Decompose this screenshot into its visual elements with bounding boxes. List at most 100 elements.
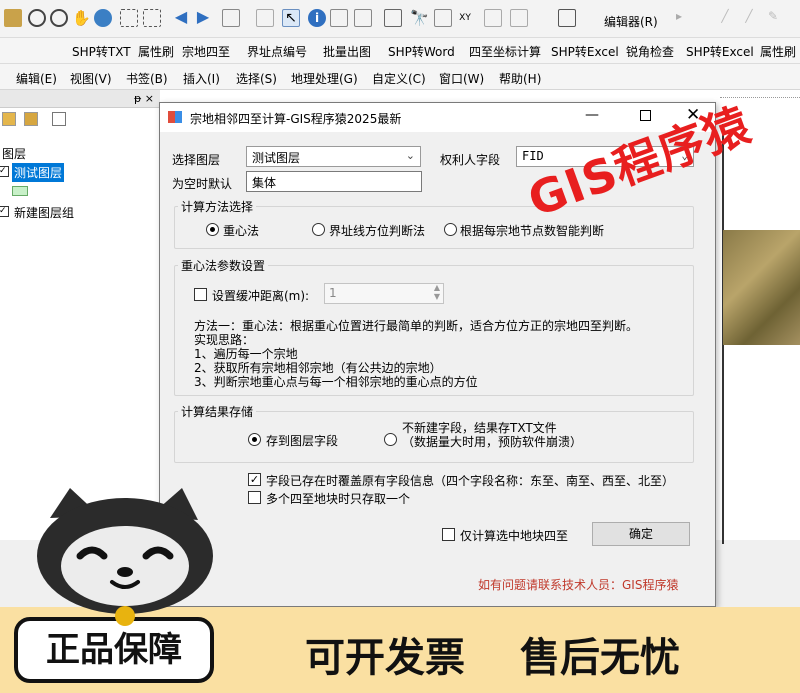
- overwrite-checkbox[interactable]: ✓: [248, 473, 261, 486]
- dialog-title: 宗地相邻四至计算-GIS程序猿2025最新: [190, 112, 402, 126]
- desc-line: 方法一：重心法：根据重心位置进行最简单的判断，适合方位方正的宗地四至判断。: [194, 319, 639, 333]
- zoom-in-icon[interactable]: [28, 9, 46, 27]
- tool-parcel-boundaries[interactable]: 宗地四至: [182, 43, 230, 60]
- method-boundary-line-radio[interactable]: [312, 223, 325, 236]
- table-icon[interactable]: [384, 9, 402, 27]
- chevron-down-icon: ⌄: [405, 149, 415, 162]
- menu-bookmarks[interactable]: 书签(B): [126, 70, 168, 87]
- identify-icon[interactable]: i: [308, 9, 326, 27]
- ok-button[interactable]: 确定: [592, 522, 690, 546]
- select-features-icon[interactable]: [222, 9, 240, 27]
- tool-shp-to-excel-2[interactable]: SHP转Excel: [686, 43, 754, 60]
- back-icon[interactable]: ◀: [172, 9, 190, 27]
- method-smart-label[interactable]: 根据每宗地节点数智能判断: [460, 222, 604, 239]
- list-by-drawing-order-icon[interactable]: [2, 112, 16, 126]
- tool-batch-export-map[interactable]: 批量出图: [323, 43, 371, 60]
- table-of-contents: ᵽ × 图层 ✓ 测试图层 ✓ 新建图层组: [0, 90, 160, 540]
- buffer-checkbox[interactable]: [194, 288, 207, 301]
- forward-icon[interactable]: ▶: [194, 9, 212, 27]
- clear-selection-icon[interactable]: [256, 9, 274, 27]
- tool-acute-angle-check[interactable]: 锐角检查: [626, 43, 674, 60]
- store-txt-line: （数据量大时用，预防软件崩溃）: [402, 435, 583, 449]
- list-by-source-icon[interactable]: [24, 112, 38, 126]
- selected-only-label[interactable]: 仅计算选中地块四至: [460, 527, 568, 544]
- take-one-checkbox[interactable]: [248, 491, 261, 504]
- promo-slogan-aftersale: 售后无忧: [520, 635, 680, 681]
- cat-mascot: [37, 488, 213, 626]
- buffer-label[interactable]: 设置缓冲距离(m):: [212, 287, 309, 304]
- straight-segment-icon[interactable]: ╱: [716, 9, 734, 27]
- layer-test[interactable]: 测试图层: [12, 163, 65, 182]
- method-centroid-radio[interactable]: [206, 223, 219, 236]
- layer-visibility-checkbox[interactable]: ✓: [0, 166, 9, 177]
- desc-line: 实现思路：: [194, 333, 255, 347]
- empty-default-input[interactable]: 集体: [246, 171, 422, 192]
- toolbar-standard: ✋ ◀ ▶ ↖ i 🔭 XY 编辑器(R) ▸ ╱ ╱ ✎: [0, 0, 800, 38]
- tool-boundary-coord-calc[interactable]: 四至坐标计算: [469, 43, 541, 60]
- store-txt-radio[interactable]: [384, 433, 397, 446]
- store-field-radio[interactable]: [248, 433, 261, 446]
- store-txt-label[interactable]: 不新建字段，结果存TXT文件 （数据量大时用，预防软件崩溃）: [402, 421, 582, 449]
- store-field-label[interactable]: 存到图层字段: [266, 432, 338, 449]
- menu-bar: 编辑(E) 视图(V) 书签(B) 插入(I) 选择(S) 地理处理(G) 自定…: [0, 64, 800, 90]
- find-icon[interactable]: 🔭: [410, 9, 429, 27]
- take-one-label[interactable]: 多个四至地块时只存取一个: [266, 490, 410, 507]
- tool-shp-to-excel[interactable]: SHP转Excel: [551, 43, 619, 60]
- menu-view[interactable]: 视图(V): [70, 70, 112, 87]
- method-smart-radio[interactable]: [444, 223, 457, 236]
- tool-boundary-point-number[interactable]: 界址点编号: [247, 43, 307, 60]
- empty-default-label: 为空时默认: [172, 177, 233, 191]
- select-layer-value: 测试图层: [252, 151, 301, 165]
- fixed-zoom-out-icon[interactable]: [143, 9, 161, 27]
- edit-tool-icon[interactable]: ▸: [670, 9, 688, 27]
- menu-customize[interactable]: 自定义(C): [372, 70, 426, 87]
- menu-geoprocessing[interactable]: 地理处理(G): [291, 70, 358, 87]
- toc-header: ᵽ ×: [0, 90, 160, 108]
- menu-selection[interactable]: 选择(S): [236, 70, 277, 87]
- group-visibility-checkbox[interactable]: ✓: [0, 206, 9, 217]
- grid-icon[interactable]: [558, 9, 576, 27]
- spin-arrows-icon[interactable]: ▲ ▼: [434, 283, 440, 301]
- toc-pin-close[interactable]: ᵽ ×: [134, 92, 154, 105]
- desc-line: 2、获取所有宗地相邻宗地（有公共边的宗地）: [194, 361, 442, 375]
- buffer-distance-spinner[interactable]: 1 ▲ ▼: [324, 283, 444, 304]
- html-popup-icon[interactable]: [330, 9, 348, 27]
- options-icon[interactable]: [52, 112, 66, 126]
- select-elements-icon[interactable]: ↖: [282, 9, 300, 27]
- tool-attribute-brush-2[interactable]: 属性刷: [760, 43, 796, 60]
- layer-group-new[interactable]: 新建图层组: [14, 204, 74, 221]
- method-centroid-label[interactable]: 重心法: [223, 222, 259, 239]
- route-icon[interactable]: [434, 9, 452, 27]
- menu-edit[interactable]: 编辑(E): [16, 70, 57, 87]
- menu-insert[interactable]: 插入(I): [183, 70, 220, 87]
- promo-slogan-invoice: 可开发票: [305, 635, 465, 681]
- time-slider-icon[interactable]: [484, 9, 502, 27]
- editor-menu[interactable]: 编辑器(R): [604, 13, 658, 30]
- pan-icon[interactable]: ✋: [72, 9, 91, 27]
- tool-shp-to-txt[interactable]: SHP转TXT: [72, 43, 131, 60]
- create-viewer-icon[interactable]: [510, 9, 528, 27]
- trace-icon[interactable]: ✎: [764, 9, 782, 27]
- desc-line: 1、遍历每一个宗地: [194, 347, 298, 361]
- minimize-icon[interactable]: —: [585, 107, 599, 123]
- open-icon[interactable]: [4, 9, 22, 27]
- menu-help[interactable]: 帮助(H): [499, 70, 541, 87]
- tool-shp-to-word[interactable]: SHP转Word: [388, 43, 455, 60]
- select-layer-combo[interactable]: 测试图层 ⌄: [246, 146, 421, 167]
- tool-attribute-brush[interactable]: 属性刷: [138, 43, 174, 60]
- globe-icon[interactable]: [94, 9, 112, 27]
- menu-windows[interactable]: 窗口(W): [439, 70, 484, 87]
- contact-note: 如有问题请联系技术人员：GIS程序猿: [478, 578, 679, 592]
- measure-icon[interactable]: [354, 9, 372, 27]
- overwrite-label[interactable]: 字段已存在时覆盖原有字段信息（四个字段名称：东至、南至、西至、北至）: [266, 472, 674, 489]
- sketch-icon[interactable]: ╱: [740, 9, 758, 27]
- selected-only-checkbox[interactable]: [442, 528, 455, 541]
- method-description: 方法一：重心法：根据重心位置进行最简单的判断，适合方位方正的宗地四至判断。 实现…: [194, 319, 638, 389]
- method-boundary-line-label[interactable]: 界址线方位判断法: [329, 222, 425, 239]
- photo-thumbnail: [723, 230, 800, 345]
- params-group-title: 重心法参数设置: [178, 257, 269, 274]
- go-to-xy-icon[interactable]: XY: [456, 9, 474, 27]
- zoom-out-icon[interactable]: [50, 9, 68, 27]
- fixed-zoom-in-icon[interactable]: [120, 9, 138, 27]
- toc-root-layers[interactable]: 图层: [2, 145, 26, 162]
